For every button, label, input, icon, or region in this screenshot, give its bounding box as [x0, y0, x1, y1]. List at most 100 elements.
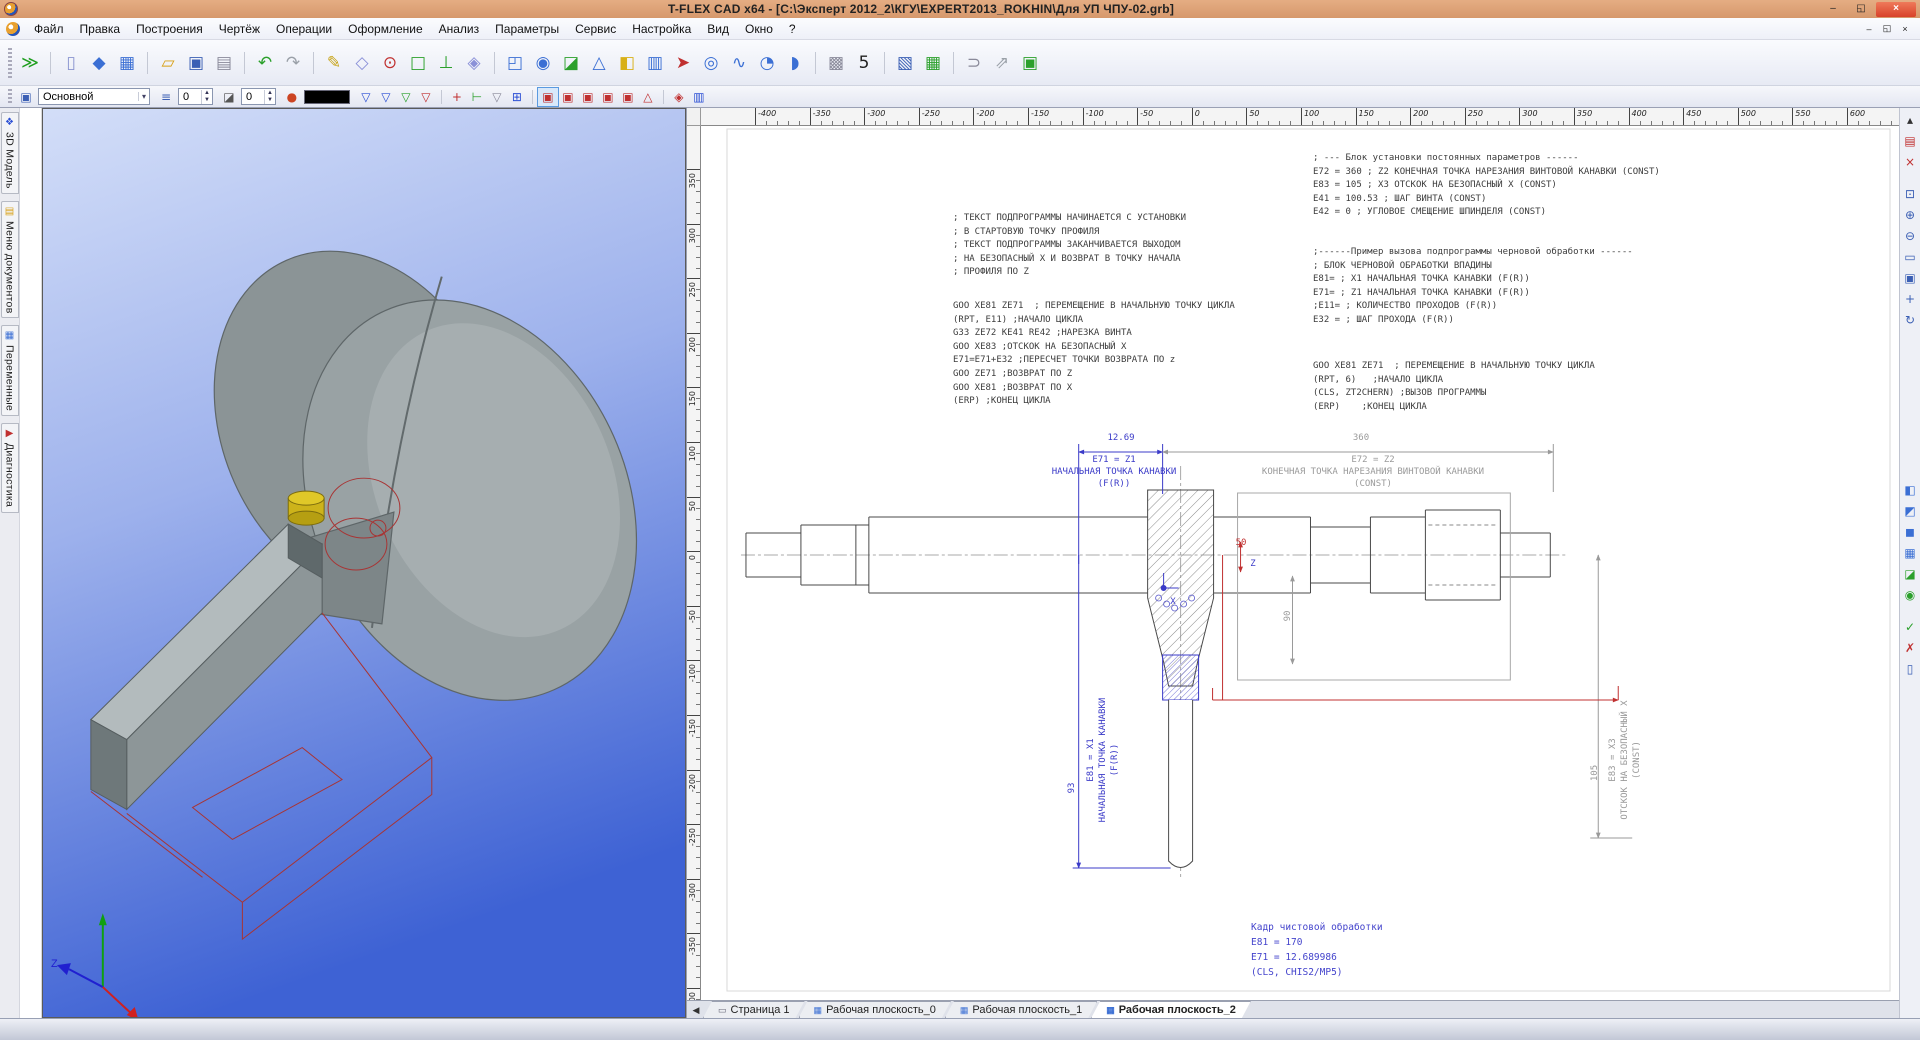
- apply[interactable]: ✓: [1901, 618, 1920, 637]
- close-document[interactable]: ×: [1901, 153, 1920, 172]
- menu-item[interactable]: Правка: [72, 19, 129, 39]
- external-model[interactable]: ▥: [689, 88, 709, 106]
- grid[interactable]: ⊞: [507, 88, 527, 106]
- restore-button[interactable]: ◱: [1848, 2, 1874, 17]
- menu-item[interactable]: Построения: [128, 19, 211, 39]
- revolution[interactable]: ◉: [529, 48, 557, 78]
- menu-item[interactable]: Файл: [26, 19, 72, 39]
- mdi-minimize-button[interactable]: –: [1860, 21, 1878, 37]
- print[interactable]: ▤: [210, 48, 238, 78]
- 3d-viewport[interactable]: Z X: [42, 108, 686, 1018]
- menu-item[interactable]: Анализ: [431, 19, 488, 39]
- workplane-3d[interactable]: ◈: [460, 48, 488, 78]
- loft[interactable]: △: [585, 48, 613, 78]
- document-preview[interactable]: ▧: [891, 48, 919, 78]
- tab-page-1[interactable]: ▭ Страница 1: [703, 1001, 805, 1018]
- hole-operation[interactable]: ◎: [697, 48, 725, 78]
- menu-item[interactable]: Операции: [268, 19, 340, 39]
- menu-item[interactable]: Параметры: [487, 19, 567, 39]
- draw-on-workplane-1[interactable]: ▣: [578, 88, 598, 106]
- rotate-operation[interactable]: ➤: [669, 48, 697, 78]
- filter-list[interactable]: ▽: [376, 88, 396, 106]
- draw-on-page[interactable]: ▣: [538, 88, 558, 106]
- boolean-operation[interactable]: ◪: [557, 48, 585, 78]
- tolerance-elements[interactable]: △: [638, 88, 658, 106]
- draw-on-workplane-2[interactable]: ▣: [598, 88, 618, 106]
- zoom-out[interactable]: ⊖: [1901, 227, 1920, 246]
- shell-operation[interactable]: ◔: [753, 48, 781, 78]
- zoom-in[interactable]: ⊕: [1901, 206, 1920, 225]
- profile[interactable]: □: [404, 48, 432, 78]
- filter-apply[interactable]: ▽: [396, 88, 416, 106]
- minimize-button[interactable]: –: [1820, 2, 1846, 17]
- view-front[interactable]: ◧: [1901, 481, 1920, 500]
- menu-item[interactable]: Окно: [737, 19, 781, 39]
- assembly-structure[interactable]: ▩: [822, 48, 850, 78]
- construction-node[interactable]: ⊙: [376, 48, 404, 78]
- document-info[interactable]: ▤: [1901, 132, 1920, 151]
- workplane[interactable]: ◇: [348, 48, 376, 78]
- redo[interactable]: ↷: [279, 48, 307, 78]
- wireframe-mode[interactable]: ▦: [1901, 544, 1920, 563]
- materials[interactable]: ◉: [1901, 586, 1920, 605]
- pages[interactable]: ▣: [1016, 48, 1044, 78]
- color-palette[interactable]: ●: [282, 88, 302, 106]
- menu-item[interactable]: ?: [781, 19, 804, 39]
- menu-item[interactable]: Настройка: [624, 19, 699, 39]
- layer-spinner[interactable]: 0 ▲▼: [178, 88, 213, 105]
- solid-preview[interactable]: ◈: [669, 88, 689, 106]
- drawing-canvas[interactable]: ; ТЕКСТ ПОДПРОГРАММЫ НАЧИНАЕТСЯ С УСТАНО…: [701, 126, 1899, 1000]
- tab-3d-model[interactable]: ❖ 3D Модель: [1, 112, 19, 194]
- pan[interactable]: +: [1901, 290, 1920, 309]
- view-isometric[interactable]: ◩: [1901, 502, 1920, 521]
- array-copy[interactable]: ▥: [641, 48, 669, 78]
- cancel[interactable]: ✗: [1901, 639, 1920, 658]
- zoom-all[interactable]: ▣: [1901, 269, 1920, 288]
- hyperlink[interactable]: ⇗: [988, 48, 1016, 78]
- style-spinner[interactable]: 0 ▲▼: [241, 88, 276, 105]
- tab-variables[interactable]: ▦ Переменные: [1, 325, 19, 416]
- tab-workplane-0[interactable]: ▦ Рабочая плоскость_0: [799, 1001, 951, 1018]
- sweep[interactable]: ∿: [725, 48, 753, 78]
- attach-file[interactable]: ⊃: [960, 48, 988, 78]
- chevron-down-icon[interactable]: ▾: [138, 92, 149, 101]
- sections[interactable]: ◪: [1901, 565, 1920, 584]
- spinner-arrows[interactable]: ▲▼: [264, 90, 275, 104]
- toolbar-grip[interactable]: [8, 89, 12, 105]
- line-style[interactable]: ◪: [219, 88, 239, 106]
- close-button[interactable]: ×: [1876, 2, 1916, 17]
- page-preview[interactable]: ▯: [1901, 660, 1920, 679]
- calculator[interactable]: ▦: [919, 48, 947, 78]
- save-document[interactable]: ▣: [182, 48, 210, 78]
- snap-plane[interactable]: ▽: [487, 88, 507, 106]
- sketch[interactable]: ✎: [320, 48, 348, 78]
- draw-on-workplane-0[interactable]: ▣: [558, 88, 578, 106]
- tab-workplane-2[interactable]: ▦ Рабочая плоскость_2: [1091, 1001, 1251, 1018]
- spinner-arrows[interactable]: ▲▼: [201, 90, 212, 104]
- tab-document-menu[interactable]: ▤ Меню документов: [1, 201, 19, 319]
- undo[interactable]: ↶: [251, 48, 279, 78]
- scroll-up[interactable]: ▴: [1901, 111, 1920, 130]
- filter-clear[interactable]: ▽: [416, 88, 436, 106]
- snap-node[interactable]: +: [447, 88, 467, 106]
- toolbar-grip[interactable]: [8, 48, 12, 78]
- tab-workplane-1[interactable]: ▦ Рабочая плоскость_1: [945, 1001, 1097, 1018]
- selector-filter[interactable]: ▽: [356, 88, 376, 106]
- shaded-mode[interactable]: ◼: [1901, 523, 1920, 542]
- tabs-scroll-left-icon[interactable]: ◀: [689, 1002, 703, 1018]
- zoom-window[interactable]: ▭: [1901, 248, 1920, 267]
- open-document[interactable]: ▱: [154, 48, 182, 78]
- menu-item[interactable]: Вид: [699, 19, 737, 39]
- page-combo[interactable]: Основной ▾: [38, 88, 150, 105]
- new-from-prototype[interactable]: ▦: [113, 48, 141, 78]
- extrusion[interactable]: ◰: [501, 48, 529, 78]
- zoom-select[interactable]: ⊡: [1901, 185, 1920, 204]
- draw-on-workplane-3[interactable]: ▣: [618, 88, 638, 106]
- menu-item[interactable]: Оформление: [340, 19, 430, 39]
- menu-item[interactable]: Сервис: [567, 19, 624, 39]
- mdi-close-button[interactable]: ×: [1896, 21, 1914, 37]
- menu-item[interactable]: Чертёж: [211, 19, 268, 39]
- new-document[interactable]: ▯: [57, 48, 85, 78]
- current-color-swatch[interactable]: [304, 90, 350, 104]
- snap-axis[interactable]: ⊢: [467, 88, 487, 106]
